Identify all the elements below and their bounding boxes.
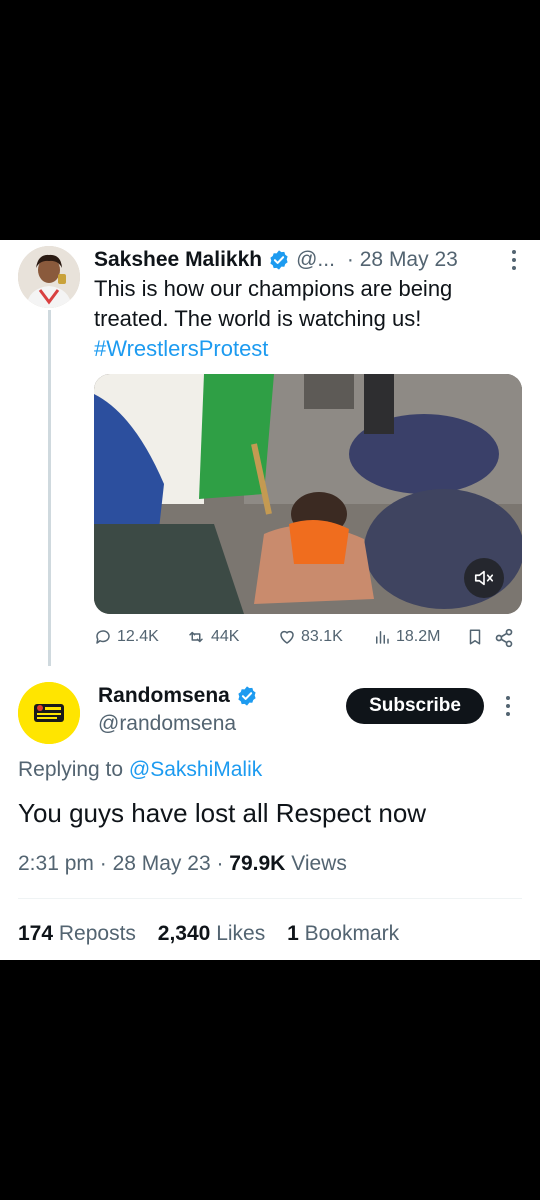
randomsena-logo [18, 682, 80, 744]
tweet1-header: Sakshee Malikkh @... · 28 May 23 [94, 246, 524, 274]
reply-button[interactable]: 12.4K [94, 628, 159, 646]
reply-icon [96, 630, 110, 644]
tweet2-text: You guys have lost all Respect now [18, 798, 427, 828]
like-button[interactable]: 83.1K [278, 628, 343, 646]
repost-button[interactable]: 44K [186, 628, 239, 646]
tweet2-views-count: 79.9K [229, 852, 286, 875]
tweet2-views-label: Views [291, 852, 347, 875]
views-count: 18.2M [396, 628, 441, 645]
tweet1-date[interactable]: · 28 May 23 [347, 248, 458, 272]
tweet1-actions: 12.4K 44K 83.1K 18.2M [94, 624, 522, 654]
bookmark-icon [469, 629, 481, 645]
likes-count: 2,340 [157, 922, 211, 945]
avatar-randomsena[interactable] [18, 682, 80, 744]
tweet1-handle[interactable]: @... [296, 248, 335, 272]
analytics-icon [376, 631, 389, 644]
replying-to: Replying to @SakshiMalik [18, 758, 262, 782]
bookmark-button[interactable] [466, 628, 489, 646]
tweet1-more-icon[interactable] [512, 250, 518, 274]
divider [18, 898, 522, 899]
mute-button[interactable] [464, 558, 504, 598]
tweet1-body: This is how our champions are being trea… [94, 274, 514, 364]
reposts-stat[interactable]: 174 Reposts [18, 922, 142, 945]
thread-connector [48, 310, 51, 666]
bookmarks-label: Bookmark [304, 922, 400, 945]
share-button[interactable] [494, 628, 519, 648]
avatar-sakshee[interactable] [18, 246, 80, 308]
tweet2-time[interactable]: 2:31 pm [18, 852, 94, 875]
tweet1-author-name[interactable]: Sakshee Malikkh [94, 248, 262, 272]
replying-prefix: Replying to [18, 758, 124, 781]
tweet2-author-name[interactable]: Randomsena [98, 684, 230, 708]
reply-count: 12.4K [117, 628, 159, 645]
video-frame-image [94, 374, 522, 614]
tweet2-handle[interactable]: @randomsena [98, 712, 236, 736]
tweet1-video[interactable] [94, 374, 522, 614]
replying-handle-link[interactable]: @SakshiMalik [129, 758, 262, 781]
bookmarks-stat[interactable]: 1 Bookmark [287, 922, 399, 945]
repost-count: 44K [211, 628, 240, 645]
verified-badge-icon [270, 250, 288, 270]
reposts-label: Reposts [58, 922, 136, 945]
tweet2-more-icon[interactable] [506, 696, 512, 720]
likes-stat[interactable]: 2,340 Likes [158, 922, 271, 945]
likes-label: Likes [216, 922, 266, 945]
share-icon [495, 628, 513, 648]
views-button[interactable]: 18.2M [373, 628, 440, 646]
reposts-count: 174 [18, 922, 54, 945]
volume-muted-icon [474, 570, 494, 586]
tweet1-hashtag-link[interactable]: #WrestlersProtest [94, 336, 268, 361]
tweet2-stats: 174 Reposts 2,340 Likes 1 Bookmark [18, 922, 415, 946]
tweet2-date[interactable]: 28 May 23 [113, 852, 211, 875]
verified-badge-icon [238, 686, 256, 706]
tweet2-meta: 2:31 pm · 28 May 23 · 79.9K Views [18, 852, 347, 875]
repost-icon [189, 631, 203, 643]
subscribe-button[interactable]: Subscribe [346, 688, 484, 724]
heart-icon [280, 630, 294, 644]
like-count: 83.1K [301, 628, 343, 645]
tweet1-text: This is how our champions are being trea… [94, 276, 453, 331]
bookmarks-count: 1 [287, 922, 299, 945]
tweet2-author[interactable]: Randomsena [98, 684, 264, 708]
